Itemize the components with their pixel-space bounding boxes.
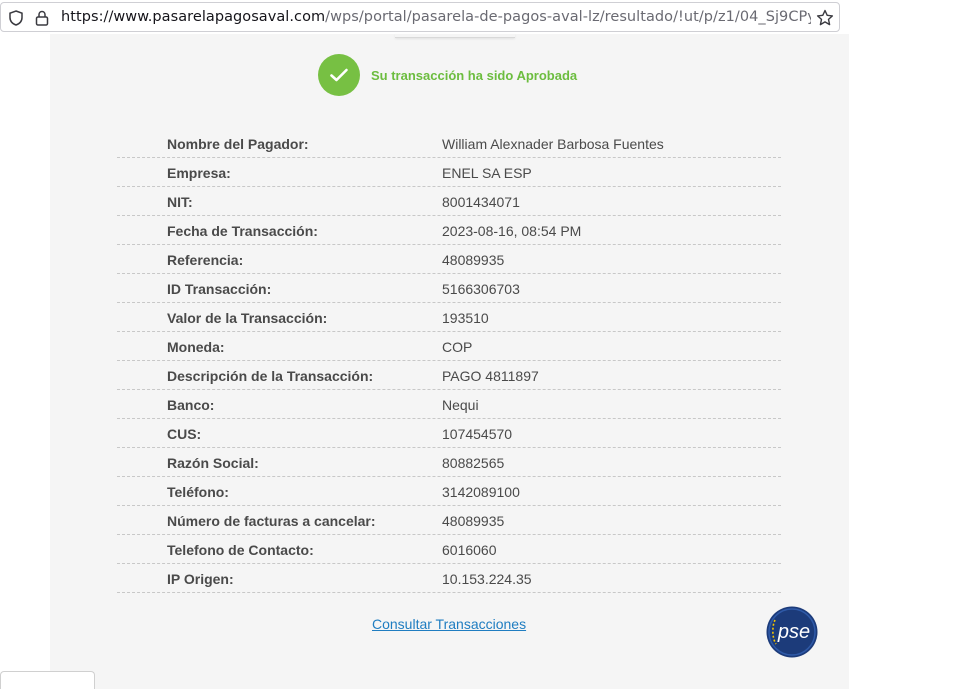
detail-value: William Alexnader Barbosa Fuentes [442, 136, 664, 152]
detail-label: Moneda: [167, 339, 225, 355]
detail-label: Empresa: [167, 165, 231, 181]
detail-row: Valor de la Transacción: 193510 [117, 304, 781, 332]
detail-label: Banco: [167, 397, 215, 413]
detail-label: Teléfono: [167, 484, 229, 500]
detail-value: 107454570 [442, 426, 513, 442]
browser-toolbar: https://www.pasarelapagosaval.com/wps/po… [0, 0, 961, 34]
status-circle [318, 54, 360, 96]
detail-label: CUS: [167, 426, 202, 442]
detail-value: 5166306703 [442, 281, 520, 297]
detail-row: Nombre del Pagador: William Alexnader Bar… [117, 130, 781, 158]
detail-value: PAGO 4811897 [442, 368, 539, 384]
address-bar[interactable]: https://www.pasarelapagosaval.com/wps/po… [0, 2, 840, 32]
detail-row: ID Transacción: 5166306703 [117, 275, 781, 303]
detail-value: 3142089100 [442, 484, 520, 500]
detail-label: Descripción de la Transacción: [167, 368, 374, 384]
bookmark-star-icon[interactable] [816, 9, 834, 27]
detail-value: 10.153.224.35 [442, 571, 532, 587]
detail-value: 6016060 [442, 542, 497, 558]
url-text[interactable]: https://www.pasarelapagosaval.com/wps/po… [61, 9, 811, 25]
detail-row: Teléfono: 3142089100 [117, 478, 781, 506]
detail-value: COP [442, 339, 473, 355]
result-panel: Su transacción ha sido Aprobada Nombre d… [50, 34, 849, 689]
detail-row: Número de facturas a cancelar: 48089935 [117, 507, 781, 535]
check-icon [330, 68, 348, 82]
header-divider [395, 34, 515, 38]
detail-value: 193510 [442, 310, 489, 326]
transaction-details: Nombre del Pagador: William Alexnader Bar… [117, 130, 781, 594]
detail-row: IP Origen: 10.153.224.35 [117, 565, 781, 593]
url-host: https://www.pasarelapagosaval.com [61, 9, 326, 25]
detail-row: Referencia: 48089935 [117, 246, 781, 274]
pse-logo: pse [766, 606, 818, 658]
detail-row: NIT: 8001434071 [117, 188, 781, 216]
detail-label: Valor de la Transacción: [167, 310, 328, 326]
detail-label: Nombre del Pagador: [167, 136, 309, 152]
detail-value: 2023-08-16, 08:54 PM [442, 223, 582, 239]
bottom-corner-tab[interactable] [0, 671, 95, 689]
detail-label: Fecha de Transacción: [167, 223, 318, 239]
detail-value: Nequi [442, 397, 479, 413]
detail-value: ENEL SA ESP [442, 165, 532, 181]
detail-value: 48089935 [442, 513, 505, 529]
detail-value: 8001434071 [442, 194, 520, 210]
detail-label: Referencia: [167, 252, 244, 268]
consult-transactions-link[interactable]: Consultar Transacciones [372, 616, 526, 632]
detail-row: Descripción de la Transacción: PAGO 48118… [117, 362, 781, 390]
url-path: /wps/portal/pasarela-de-pagos-aval-lz/re… [325, 9, 811, 25]
detail-value: 80882565 [442, 455, 505, 471]
detail-label: ID Transacción: [167, 281, 272, 297]
lock-icon[interactable] [35, 10, 49, 26]
detail-row: Fecha de Transacción: 2023-08-16, 08:54 P… [117, 217, 781, 245]
detail-row: Moneda: COP [117, 333, 781, 361]
detail-label: Razón Social: [167, 455, 259, 471]
detail-row: CUS: 107454570 [117, 420, 781, 448]
detail-value: 48089935 [442, 252, 505, 268]
detail-label: Número de facturas a cancelar: [167, 513, 376, 529]
detail-label: IP Origen: [167, 571, 234, 587]
detail-label: Telefono de Contacto: [167, 542, 314, 558]
detail-row: Razón Social: 80882565 [117, 449, 781, 477]
detail-row: Telefono de Contacto: 6016060 [117, 536, 781, 564]
transaction-status: Su transacción ha sido Aprobada [318, 54, 577, 96]
status-message: Su transacción ha sido Aprobada [371, 67, 578, 83]
detail-row: Empresa: ENEL SA ESP [117, 159, 781, 187]
detail-row: Banco: Nequi [117, 391, 781, 419]
pse-logo-text: pse [777, 621, 810, 643]
shield-icon[interactable] [9, 10, 23, 26]
detail-label: NIT: [167, 194, 193, 210]
